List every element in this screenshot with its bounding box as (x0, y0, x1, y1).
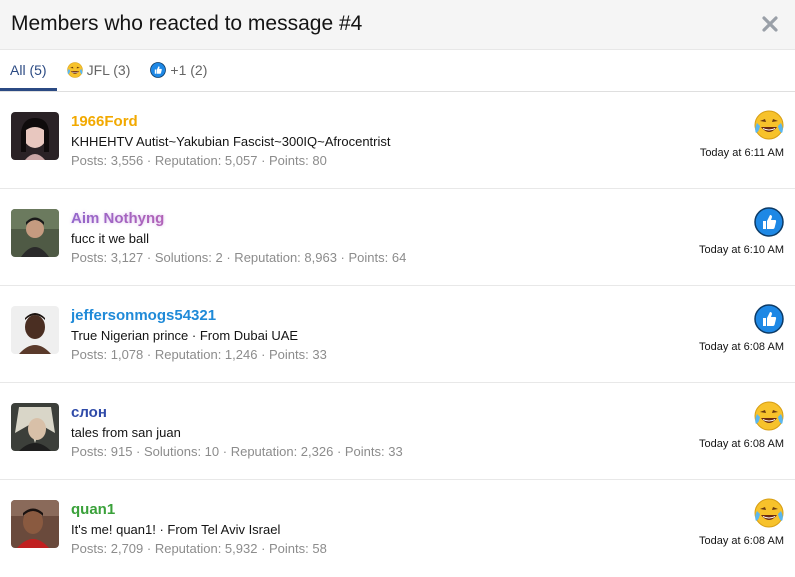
jfl-reaction-icon (754, 401, 784, 431)
tab-plus-one-label: +1 (2) (170, 62, 208, 78)
username-link[interactable]: Aim Nothyng (71, 209, 406, 228)
tab-jfl-label: JFL (3) (86, 62, 131, 78)
reactions-dialog: Members who reacted to message #4 All (5… (0, 0, 795, 577)
avatar[interactable] (11, 306, 59, 354)
dialog-header: Members who reacted to message #4 (0, 0, 795, 50)
jfl-reaction-icon (754, 110, 784, 140)
user-stats: Posts: 3,556 · Reputation: 5,057 · Point… (71, 153, 327, 168)
reaction-time[interactable]: Today at 6:08 AM (699, 535, 784, 547)
jfl-reaction-icon (754, 498, 784, 528)
user-title: KHHEHTV Autist~Yakubian Fascist~300IQ~Af… (71, 134, 391, 149)
user-title: fucc it we ball (71, 231, 150, 246)
plus-one-reaction-icon (754, 304, 784, 334)
jfl-reaction-icon (67, 62, 83, 78)
list-item: quan1 It's me! quan1! · From Tel Aviv Is… (0, 480, 795, 577)
avatar[interactable] (11, 112, 59, 160)
list-item: 1966Ford KHHEHTV Autist~Yakubian Fascist… (0, 92, 795, 189)
reaction-tabs: All (5) JFL (3) +1 (2) (0, 50, 795, 92)
user-stats: Posts: 1,078 · Reputation: 1,246 · Point… (71, 347, 327, 362)
reaction-time[interactable]: Today at 6:10 AM (699, 244, 784, 256)
reaction-time[interactable]: Today at 6:11 AM (700, 147, 784, 159)
plus-one-reaction-icon (754, 207, 784, 237)
avatar[interactable] (11, 209, 59, 257)
tab-all[interactable]: All (5) (0, 49, 57, 91)
plus-one-reaction-icon (150, 62, 166, 78)
list-item: Aim Nothyng fucc it we ball Posts: 3,127… (0, 189, 795, 286)
member-list: 1966Ford KHHEHTV Autist~Yakubian Fascist… (0, 92, 795, 577)
user-stats: Posts: 3,127 · Solutions: 2 · Reputation… (71, 250, 407, 265)
user-title: True Nigerian prince · From Dubai UAE (71, 328, 299, 343)
tab-plus-one[interactable]: +1 (2) (140, 49, 217, 91)
reaction-time[interactable]: Today at 6:08 AM (699, 438, 784, 450)
dialog-title: Members who reacted to message #4 (11, 12, 363, 35)
username-link[interactable]: jeffersonmogs54321 (71, 306, 327, 325)
avatar[interactable] (11, 403, 59, 451)
list-item: jeffersonmogs54321 True Nigerian prince … (0, 286, 795, 383)
user-title: tales from san juan (71, 425, 181, 440)
username-link[interactable]: слон (71, 403, 403, 422)
username-link[interactable]: quan1 (71, 500, 327, 519)
tab-jfl[interactable]: JFL (3) (57, 49, 141, 91)
tab-all-label: All (5) (10, 62, 47, 78)
list-item: слон tales from san juan Posts: 915 · So… (0, 383, 795, 480)
user-stats: Posts: 2,709 · Reputation: 5,932 · Point… (71, 541, 327, 556)
close-icon[interactable] (761, 14, 779, 34)
user-stats: Posts: 915 · Solutions: 10 · Reputation:… (71, 444, 403, 459)
avatar[interactable] (11, 500, 59, 548)
reaction-time[interactable]: Today at 6:08 AM (699, 341, 784, 353)
user-title: It's me! quan1! · From Tel Aviv Israel (71, 522, 281, 537)
username-link[interactable]: 1966Ford (71, 112, 390, 131)
